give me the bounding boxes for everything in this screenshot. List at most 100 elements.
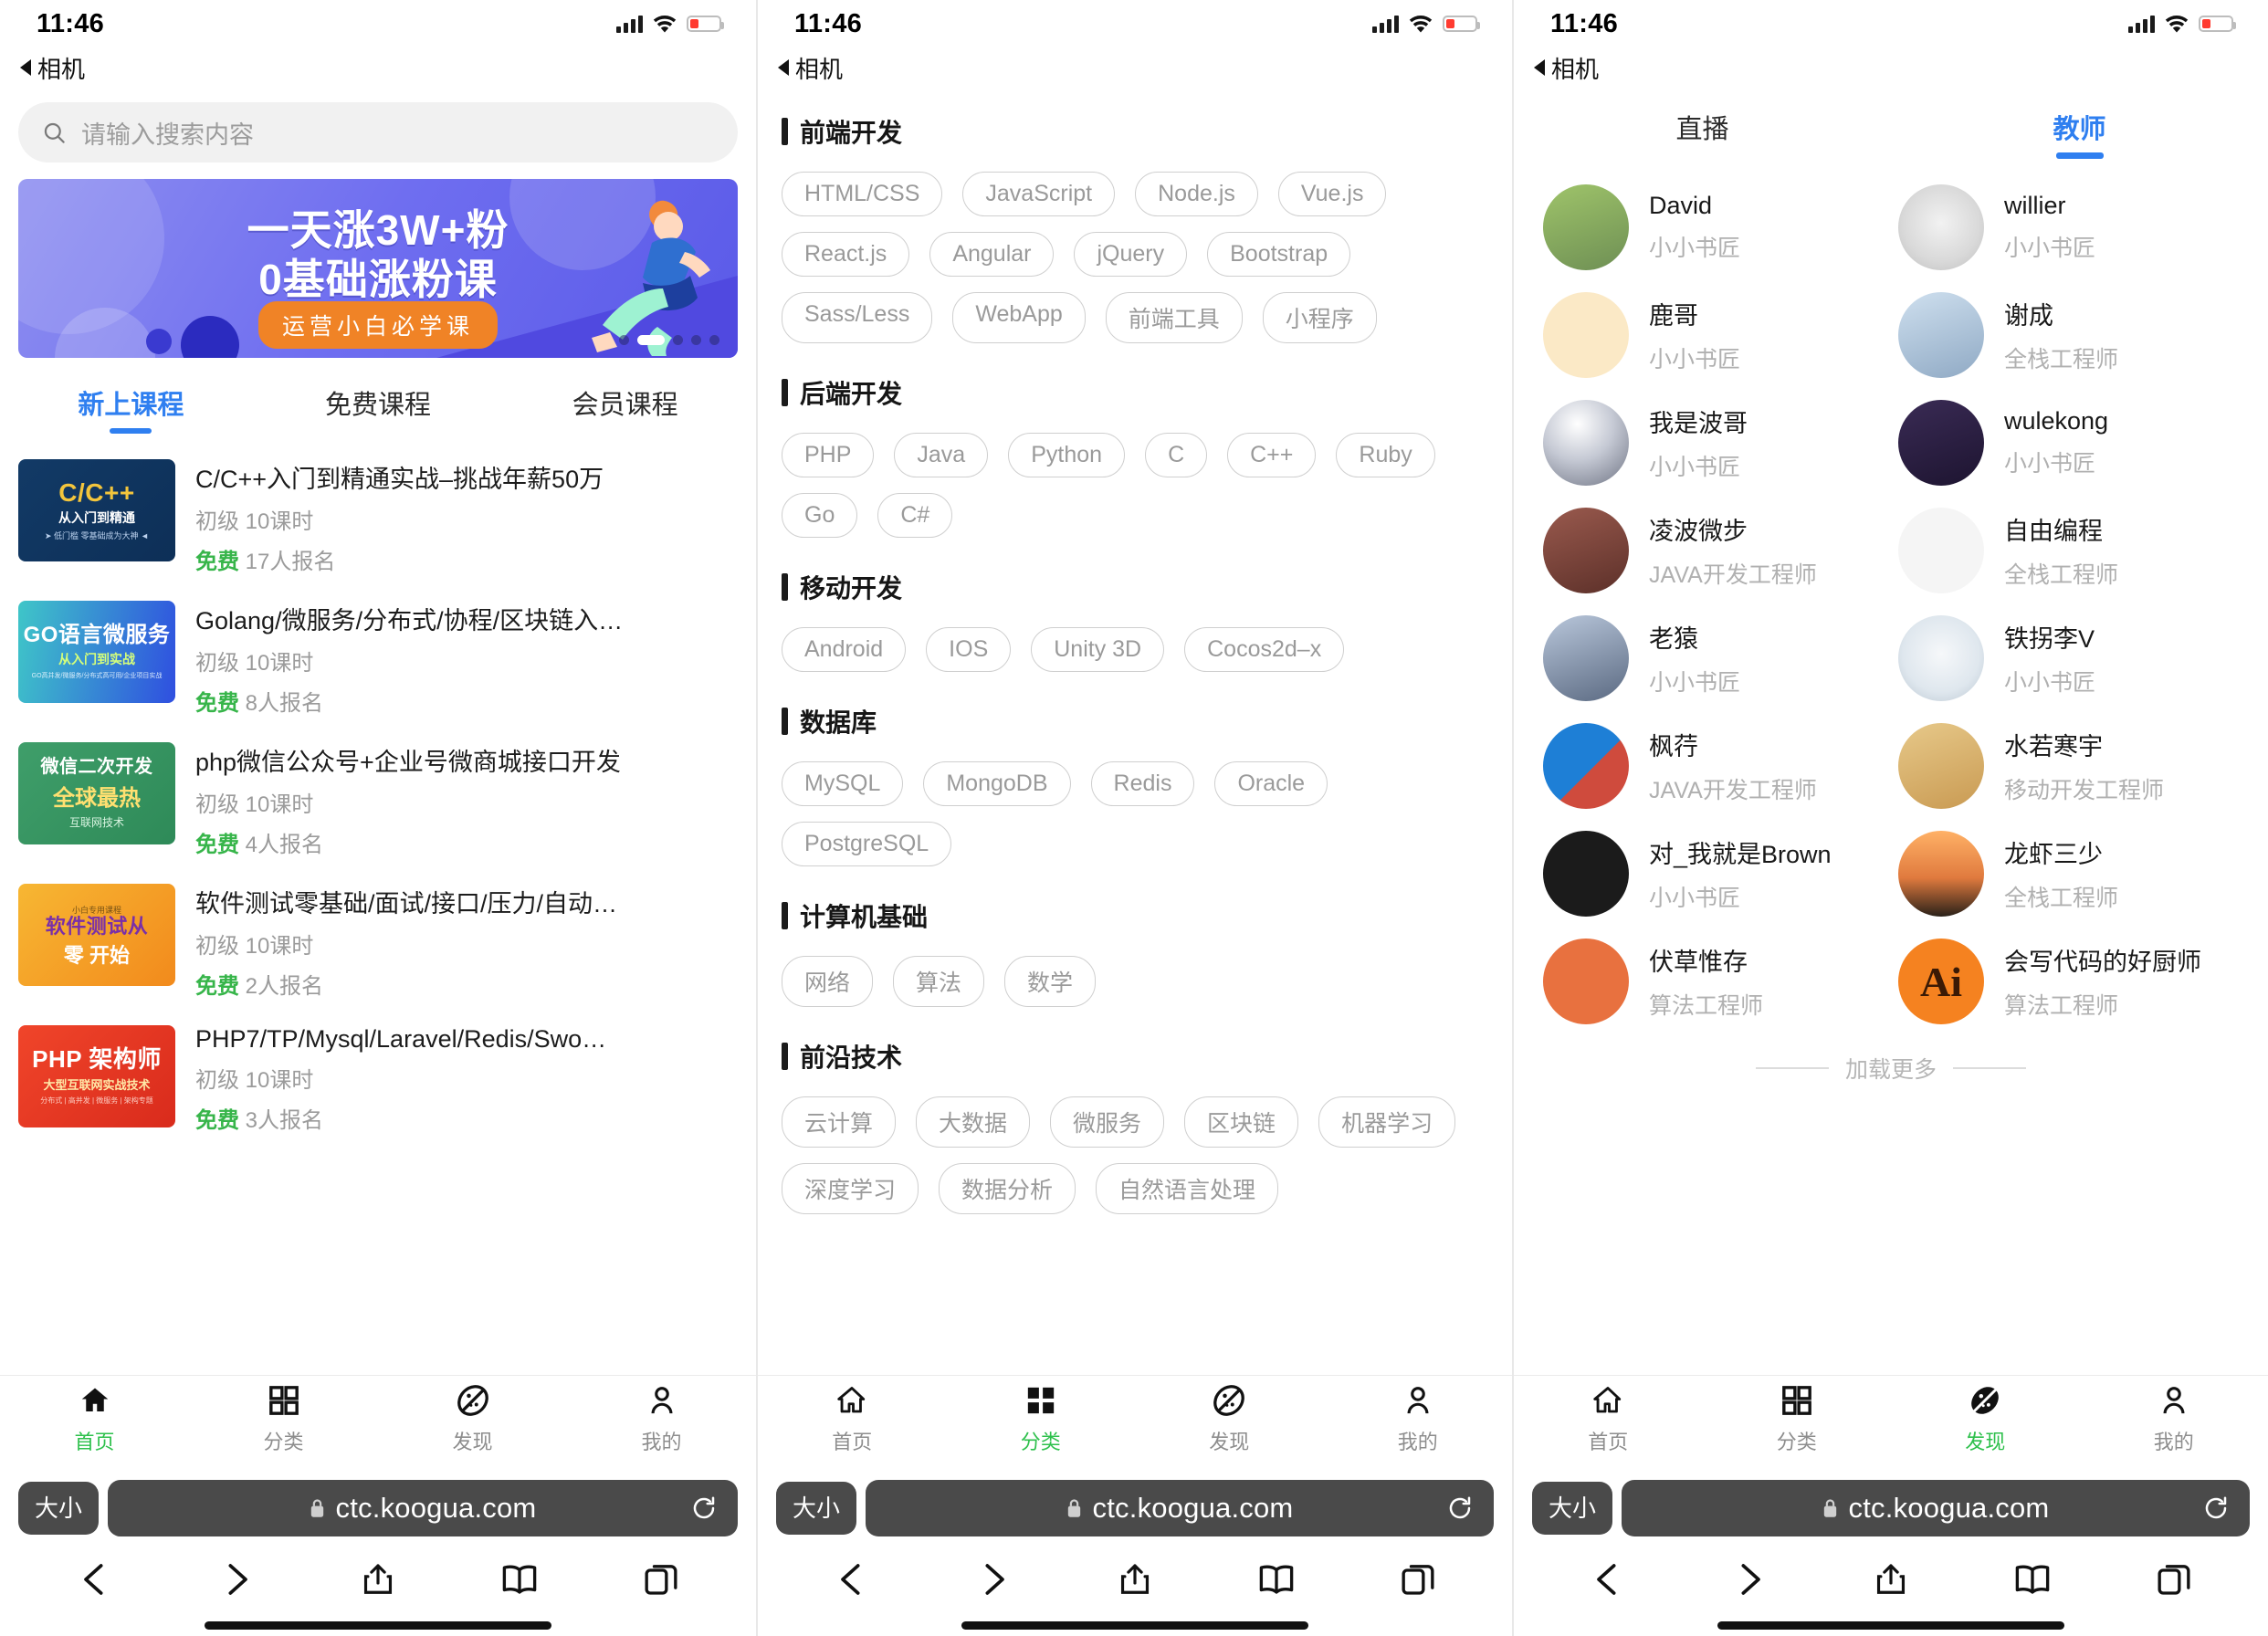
- tab-live[interactable]: 直播: [1514, 108, 1891, 159]
- tag-chip[interactable]: Redis: [1090, 761, 1195, 806]
- teacher-cell[interactable]: 自由编程 全栈工程师: [1891, 497, 2246, 604]
- home-scroll-area[interactable]: 请输入搜索内容 一天涨3W+粉 0基础涨粉课 运营小白必学课 新上课程 免费课程…: [0, 88, 756, 1375]
- tag-chip[interactable]: IOS: [926, 627, 1012, 672]
- tag-chip[interactable]: PHP: [782, 433, 875, 477]
- tag-chip[interactable]: Vue.js: [1277, 172, 1387, 216]
- nav-item-home[interactable]: 首页: [0, 1376, 189, 1463]
- tag-chip[interactable]: PostgreSQL: [782, 822, 952, 866]
- nav-item-discover[interactable]: 发现: [1135, 1376, 1324, 1463]
- tag-chip[interactable]: 微服务: [1050, 1096, 1165, 1148]
- nav-item-mine[interactable]: 我的: [1324, 1376, 1513, 1463]
- tag-chip[interactable]: 深度学习: [782, 1163, 919, 1214]
- tag-chip[interactable]: 算法: [893, 956, 985, 1007]
- teacher-cell[interactable]: 对_我就是Brown 小小书匠: [1536, 820, 1891, 928]
- page-size-button[interactable]: 大小: [776, 1482, 857, 1535]
- tag-chip[interactable]: Ruby: [1336, 433, 1435, 477]
- tag-chip[interactable]: Oracle: [1214, 761, 1328, 806]
- back-button[interactable]: [69, 1554, 121, 1605]
- address-bar[interactable]: ctc.koogua.com: [866, 1480, 1494, 1536]
- nav-item-home[interactable]: 首页: [758, 1376, 947, 1463]
- bookmarks-button[interactable]: [2007, 1554, 2058, 1605]
- reload-icon[interactable]: [2202, 1494, 2230, 1522]
- tab-teachers[interactable]: 教师: [1891, 108, 2268, 159]
- tag-chip[interactable]: Python: [1008, 433, 1126, 477]
- course-row[interactable]: PHP 架构师 大型互联网实战技术 分布式 | 高并发 | 微服务 | 架构专题…: [18, 1012, 738, 1147]
- tag-chip[interactable]: 数学: [1004, 956, 1097, 1007]
- teacher-cell[interactable]: 鹿哥 小小书匠: [1536, 281, 1891, 389]
- bookmarks-button[interactable]: [494, 1554, 545, 1605]
- tag-chip[interactable]: 小程序: [1262, 292, 1377, 343]
- bookmarks-button[interactable]: [1251, 1554, 1302, 1605]
- forward-button[interactable]: [1724, 1554, 1775, 1605]
- back-button[interactable]: [826, 1554, 877, 1605]
- tag-chip[interactable]: Java: [894, 433, 989, 477]
- tag-chip[interactable]: MySQL: [782, 761, 904, 806]
- nav-item-mine[interactable]: 我的: [2080, 1376, 2268, 1463]
- teacher-cell[interactable]: 谢成 全栈工程师: [1891, 281, 2246, 389]
- tag-chip[interactable]: Unity 3D: [1031, 627, 1165, 672]
- share-button[interactable]: [1109, 1554, 1160, 1605]
- teacher-cell[interactable]: 龙虾三少 全栈工程师: [1891, 820, 2246, 928]
- tag-chip[interactable]: Node.js: [1135, 172, 1258, 216]
- forward-button[interactable]: [968, 1554, 1019, 1605]
- tabs-button[interactable]: [2148, 1554, 2200, 1605]
- reload-icon[interactable]: [690, 1494, 718, 1522]
- course-row[interactable]: GO语言微服务 从入门到实战 GO高并发/微服务/分布式高可用/企业项目实战 G…: [18, 588, 738, 729]
- back-to-camera-link[interactable]: 相机: [758, 47, 1512, 88]
- share-button[interactable]: [352, 1554, 404, 1605]
- address-bar[interactable]: ctc.koogua.com: [1622, 1480, 2250, 1536]
- tag-chip[interactable]: 区块链: [1184, 1096, 1299, 1148]
- tag-chip[interactable]: 机器学习: [1318, 1096, 1456, 1148]
- course-row[interactable]: 微信二次开发 全球最热 互联网技术 php微信公众号+企业号微商城接口开发 初级…: [18, 729, 738, 871]
- tag-chip[interactable]: 自然语言处理: [1096, 1163, 1279, 1214]
- nav-item-category[interactable]: 分类: [1703, 1376, 1892, 1463]
- tag-chip[interactable]: C#: [877, 493, 953, 538]
- tag-chip[interactable]: 大数据: [916, 1096, 1031, 1148]
- tag-chip[interactable]: C++: [1227, 433, 1317, 477]
- back-button[interactable]: [1582, 1554, 1633, 1605]
- nav-item-discover[interactable]: 发现: [378, 1376, 567, 1463]
- tag-chip[interactable]: jQuery: [1074, 232, 1188, 277]
- course-row[interactable]: C/C++ 从入门到精通 ➤ 低门槛 零基础成为大神 ◄ C/C++入门到精通实…: [18, 446, 738, 588]
- tag-chip[interactable]: JavaScript: [962, 172, 1116, 216]
- promo-banner[interactable]: 一天涨3W+粉 0基础涨粉课 运营小白必学课: [18, 179, 738, 358]
- teacher-cell[interactable]: 水若寒宇 移动开发工程师: [1891, 712, 2246, 820]
- banner-dots[interactable]: [619, 335, 719, 345]
- tag-chip[interactable]: Angular: [929, 232, 1055, 277]
- teacher-cell[interactable]: wulekong 小小书匠: [1891, 389, 2246, 497]
- tag-chip[interactable]: 云计算: [782, 1096, 897, 1148]
- tag-chip[interactable]: Bootstrap: [1207, 232, 1351, 277]
- teacher-cell[interactable]: 枫荇 JAVA开发工程师: [1536, 712, 1891, 820]
- teacher-cell[interactable]: 我是波哥 小小书匠: [1536, 389, 1891, 497]
- course-row[interactable]: 小白专用课程 软件测试从 零 开始 软件测试零基础/面试/接口/压力/自动… 初…: [18, 871, 738, 1012]
- back-to-camera-link[interactable]: 相机: [0, 47, 756, 88]
- teacher-cell[interactable]: 老猿 小小书匠: [1536, 604, 1891, 712]
- tabs-button[interactable]: [1392, 1554, 1444, 1605]
- tab-member-courses[interactable]: 会员课程: [501, 383, 749, 434]
- teacher-cell[interactable]: Ai 会写代码的好厨师 算法工程师: [1891, 928, 2246, 1035]
- page-size-button[interactable]: 大小: [1532, 1482, 1613, 1535]
- reload-icon[interactable]: [1446, 1494, 1474, 1522]
- nav-item-mine[interactable]: 我的: [567, 1376, 756, 1463]
- category-scroll-area[interactable]: 前端开发 HTML/CSS JavaScript Node.js Vue.js …: [758, 88, 1512, 1375]
- tag-chip[interactable]: WebApp: [952, 292, 1086, 343]
- discover-scroll-area[interactable]: 直播 教师 David 小小书匠 willier 小小书匠 鹿哥 小小书匠 谢成…: [1514, 88, 2268, 1375]
- teacher-cell[interactable]: 铁拐李V 小小书匠: [1891, 604, 2246, 712]
- teacher-cell[interactable]: David 小小书匠: [1536, 173, 1891, 281]
- tag-chip[interactable]: Go: [782, 493, 858, 538]
- tag-chip[interactable]: C: [1145, 433, 1208, 477]
- nav-item-category[interactable]: 分类: [189, 1376, 378, 1463]
- tab-free-courses[interactable]: 免费课程: [255, 383, 502, 434]
- tag-chip[interactable]: 网络: [782, 956, 874, 1007]
- load-more-button[interactable]: 加载更多: [1514, 1052, 2268, 1085]
- address-bar[interactable]: ctc.koogua.com: [108, 1480, 738, 1536]
- tab-new-courses[interactable]: 新上课程: [7, 383, 255, 434]
- teacher-cell[interactable]: 凌波微步 JAVA开发工程师: [1536, 497, 1891, 604]
- teacher-cell[interactable]: 伏草惟存 算法工程师: [1536, 928, 1891, 1035]
- search-input[interactable]: 请输入搜索内容: [18, 102, 738, 163]
- tag-chip[interactable]: Android: [782, 627, 907, 672]
- tag-chip[interactable]: MongoDB: [923, 761, 1071, 806]
- nav-item-discover[interactable]: 发现: [1891, 1376, 2080, 1463]
- back-to-camera-link[interactable]: 相机: [1514, 47, 2268, 88]
- tag-chip[interactable]: 前端工具: [1105, 292, 1243, 343]
